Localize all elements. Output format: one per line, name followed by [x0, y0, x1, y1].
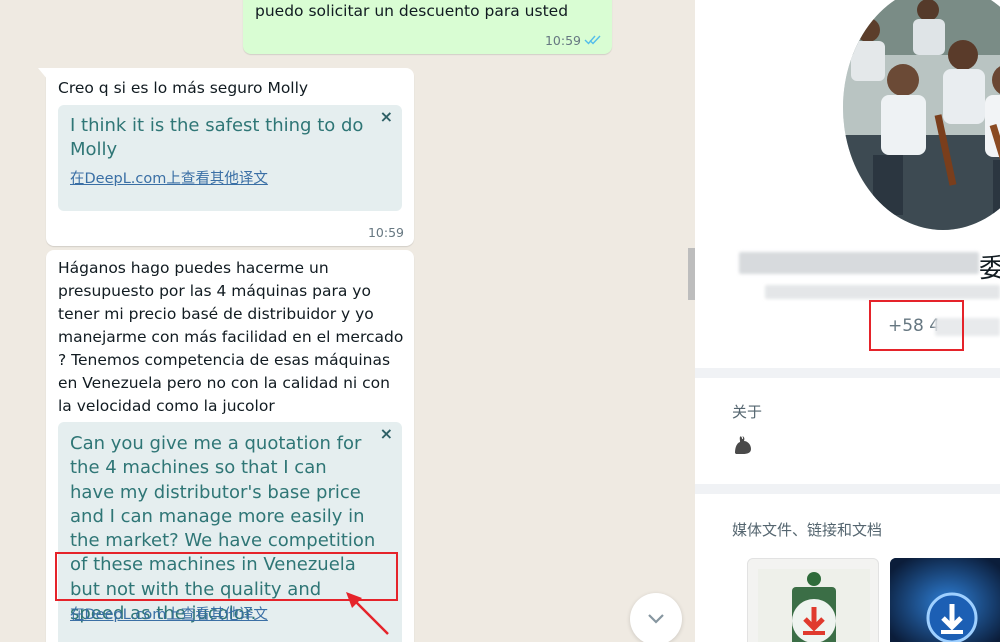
- deepl-link[interactable]: 在DeepL.com上查看其他译文: [70, 603, 268, 624]
- media-preview: [890, 558, 1000, 642]
- contact-subtitle-redacted: [765, 285, 1000, 299]
- message-text: puedo solicitar un descuento para usted: [255, 2, 569, 20]
- message-time: 10:59: [544, 33, 581, 48]
- about-label: 关于: [732, 403, 763, 421]
- close-icon[interactable]: ×: [380, 107, 393, 126]
- message-text: Creo q si es lo más seguro Molly: [58, 79, 309, 97]
- media-preview: [758, 569, 870, 642]
- annotation-phone-box: [869, 300, 964, 351]
- double-check-icon: [584, 33, 602, 48]
- message-text: Háganos hago puedes hacerme un presupues…: [58, 259, 404, 415]
- message-meta: 10:59: [545, 33, 602, 48]
- message-outgoing[interactable]: puedo solicitar un descuento para usted …: [243, 0, 612, 54]
- scroll-down-button[interactable]: [630, 593, 682, 642]
- message-incoming[interactable]: Creo q si es lo más seguro Molly I think…: [38, 68, 414, 246]
- deepl-link[interactable]: 在DeepL.com上查看其他译文: [70, 167, 268, 188]
- chat-scrollbar-thumb[interactable]: [688, 248, 695, 300]
- chat-pane: puedo solicitar un descuento para usted …: [0, 0, 695, 642]
- translation-box: I think it is the safest thing to do Mol…: [58, 105, 402, 211]
- media-thumbnail[interactable]: [890, 558, 1000, 642]
- media-section: 媒体文件、链接和文档: [695, 494, 1000, 642]
- media-label[interactable]: 媒体文件、链接和文档: [732, 519, 882, 540]
- contact-avatar[interactable]: [843, 0, 1000, 230]
- translation-text: I think it is the safest thing to do Mol…: [70, 115, 364, 161]
- about-section[interactable]: 关于: [695, 378, 1000, 484]
- contact-name-suffix: 委: [979, 254, 1000, 284]
- avatar-photo: [843, 0, 1000, 230]
- bubble-tail: [38, 68, 48, 80]
- flexed-biceps-icon: [731, 433, 755, 461]
- contact-name-redacted: [739, 252, 979, 274]
- annotation-arrow: [346, 592, 389, 635]
- contact-profile-card: 委 +58 4: [695, 0, 1000, 368]
- message-time: 10:59: [367, 225, 404, 240]
- media-thumbnail[interactable]: [747, 558, 879, 642]
- chevron-down-icon: [647, 610, 665, 629]
- close-icon[interactable]: ×: [380, 424, 393, 443]
- contact-info-pane: 委 +58 4 关于 媒体文件、链接和文档: [695, 0, 1000, 642]
